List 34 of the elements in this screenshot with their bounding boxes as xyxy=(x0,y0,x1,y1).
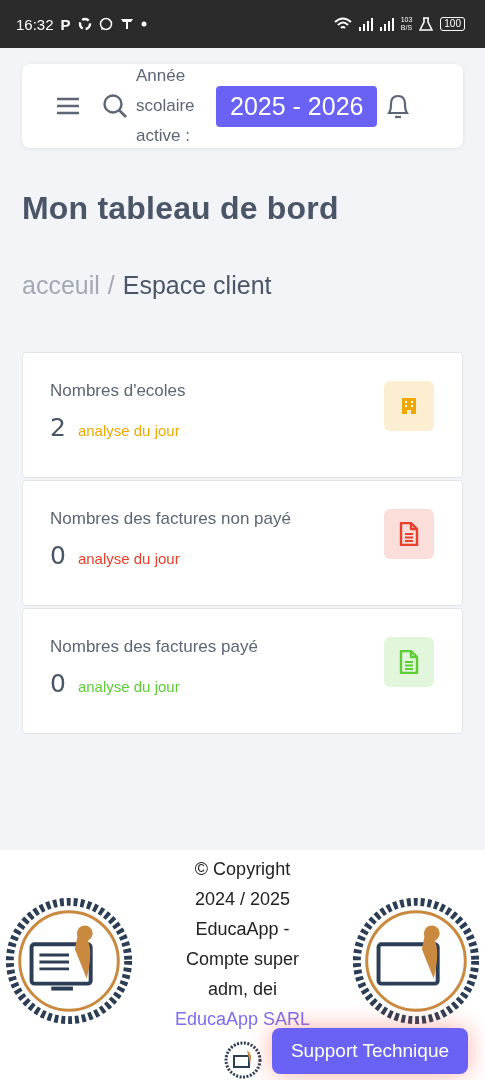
card-value: 0 xyxy=(50,541,66,570)
flask-icon xyxy=(419,17,434,31)
status-time: 16:32 xyxy=(16,15,54,33)
copyright-text: © Copyright 2024 / 2025 EducaApp - Compte super adm, dei EducaApp SARL xyxy=(173,858,312,1031)
card-note: analyse du jour xyxy=(77,422,180,439)
company-link[interactable]: EducaApp SARL xyxy=(174,1009,311,1029)
support-button[interactable]: Support Technique xyxy=(272,1028,468,1074)
menu-icon[interactable] xyxy=(56,97,80,115)
breadcrumb-separator: / xyxy=(107,271,115,300)
battery-indicator: 100 xyxy=(440,17,465,31)
school-year-badge[interactable]: 2025 - 2026 xyxy=(216,85,378,127)
card-label: Nombres d'ecoles xyxy=(50,381,186,401)
dot-icon xyxy=(140,21,147,27)
breadcrumb-current: Espace client xyxy=(122,271,272,300)
card-value: 0 xyxy=(50,669,66,698)
building-icon xyxy=(384,381,434,431)
bell-icon[interactable] xyxy=(385,92,412,120)
card-note: analyse du jour xyxy=(77,550,180,567)
document-icon xyxy=(384,509,434,559)
year-label: Année scolaire active : xyxy=(136,65,196,147)
signal-icon xyxy=(379,17,394,31)
page-title: Mon tableau de bord xyxy=(22,190,340,227)
card-label: Nombres des factures payé xyxy=(50,637,258,657)
app-letter: P xyxy=(60,15,71,33)
wifi-icon xyxy=(333,17,352,31)
document-icon xyxy=(384,637,434,687)
card-value: 2 xyxy=(50,413,66,442)
card-label: Nombres des factures non payé xyxy=(50,509,291,529)
chat-icon xyxy=(98,17,113,31)
antenna-icon xyxy=(119,18,134,30)
card-note: analyse du jour xyxy=(77,678,180,695)
search-icon[interactable] xyxy=(102,93,128,119)
sync-icon xyxy=(77,17,92,31)
signal-icon xyxy=(358,17,373,31)
